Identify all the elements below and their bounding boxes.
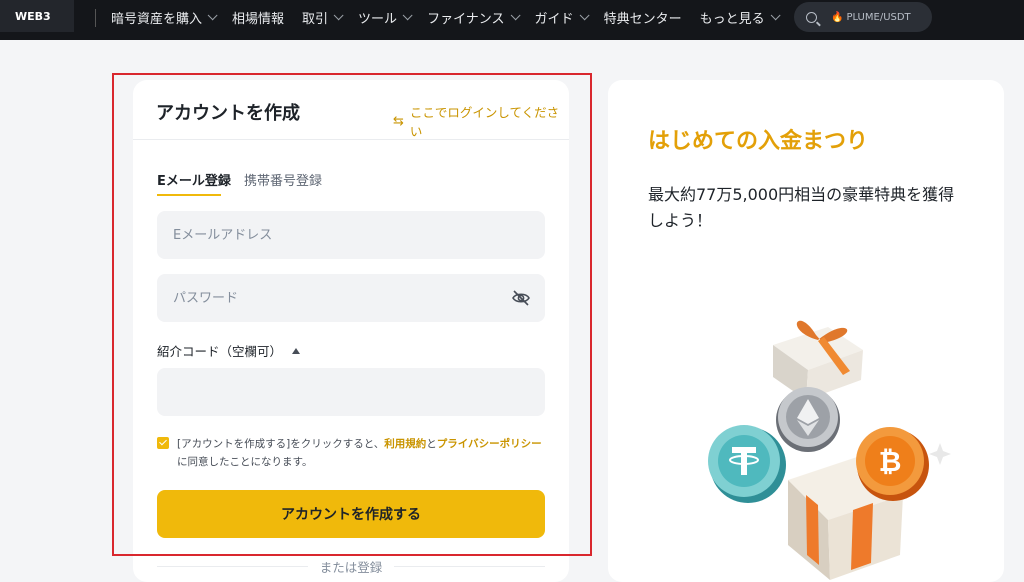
referral-code-field[interactable] (157, 368, 545, 416)
promo-title: はじめての入金まつり (648, 129, 869, 154)
tab-email-signup[interactable]: Eメール登録 (157, 170, 231, 196)
fire-icon: 🔥 (831, 11, 844, 23)
privacy-policy-link[interactable]: プライバシーポリシー (437, 438, 542, 450)
ethereum-coin-icon (776, 387, 840, 452)
terms-checkbox[interactable] (157, 437, 169, 449)
nav-menu: 暗号資産を購入 相場情報 取引 ツール ファイナンス ガイド 特典センター もっ… (111, 0, 795, 34)
small-gift-icon (773, 320, 863, 400)
nav-item-rewards-center[interactable]: 特典センター (604, 8, 682, 27)
referral-toggle[interactable]: 紹介コード（空欄可） (157, 341, 301, 360)
nav-item-markets[interactable]: 相場情報 (232, 8, 284, 27)
nav-item-finance[interactable]: ファイナンス (427, 8, 521, 27)
tab-phone-signup[interactable]: 携帯番号登録 (244, 170, 322, 189)
search-icon (806, 11, 817, 23)
nav-divider (95, 9, 96, 27)
promo-description: 最大約77万5,000円相当の豪華特典を獲得しよう！ (648, 185, 955, 230)
search-pair-text: PLUME/USDT (846, 11, 911, 23)
chevron-down-icon (402, 9, 413, 20)
top-navigation: WEB3 暗号資産を購入 相場情報 取引 ツール ファイナンス ガイド 特典セン… (0, 0, 1024, 40)
chevron-down-icon (333, 9, 344, 20)
nav-item-buy-crypto[interactable]: 暗号資産を購入 (111, 8, 218, 27)
tether-coin-icon (708, 425, 786, 503)
chevron-down-icon (207, 9, 218, 20)
email-field[interactable] (157, 211, 545, 259)
signup-title: アカウントを作成 (156, 103, 300, 124)
svg-text:₿: ₿ (879, 445, 902, 478)
active-tab-indicator (157, 194, 221, 196)
gift-coins-illustration: ₿ (708, 320, 951, 580)
password-field[interactable] (157, 274, 545, 322)
terms-of-use-link[interactable]: 利用規約 (384, 438, 426, 450)
login-link-label: ここでログインしてください (409, 105, 560, 139)
promo-card: はじめての入金まつり 最大約77万5,000円相当の豪華特典を獲得しよう！ ₿ (608, 80, 1004, 582)
terms-text: [アカウントを作成する]をクリックすると、利用規約とプライバシーポリシーに同意し… (177, 438, 542, 468)
nav-item-guide[interactable]: ガイド (535, 8, 590, 27)
web3-button[interactable]: WEB3 (0, 0, 74, 32)
chevron-down-icon (510, 9, 521, 20)
search-bar[interactable]: 🔥 PLUME/USDT (794, 2, 932, 32)
sparkle-icon (929, 443, 951, 465)
create-account-button[interactable]: アカウントを作成する (157, 490, 545, 538)
referral-label: 紹介コード（空欄可） (157, 344, 283, 359)
web3-label: WEB3 (15, 9, 51, 23)
signup-header: アカウントを作成 ⇆ ここでログインしてください (133, 80, 569, 140)
nav-item-more[interactable]: もっと見る (700, 8, 781, 27)
chevron-down-icon (579, 9, 590, 20)
signup-card: アカウントを作成 ⇆ ここでログインしてください Eメール登録 携帯番号登録 紹… (133, 80, 569, 582)
nav-item-trade[interactable]: 取引 (302, 8, 344, 27)
chevron-down-icon (770, 9, 781, 20)
eye-off-icon[interactable] (511, 289, 531, 307)
or-register-label: または登録 (319, 560, 383, 575)
terms-agreement: [アカウントを作成する]をクリックすると、利用規約とプライバシーポリシーに同意し… (157, 435, 552, 471)
login-link[interactable]: ⇆ ここでログインしてください (393, 102, 569, 140)
caret-up-icon (292, 347, 301, 354)
nav-item-tools[interactable]: ツール (358, 8, 413, 27)
or-divider: または登録 (157, 557, 546, 576)
swap-icon: ⇆ (393, 113, 404, 129)
tab-email-label: Eメール登録 (157, 174, 231, 189)
tab-phone-label: 携帯番号登録 (244, 174, 323, 189)
